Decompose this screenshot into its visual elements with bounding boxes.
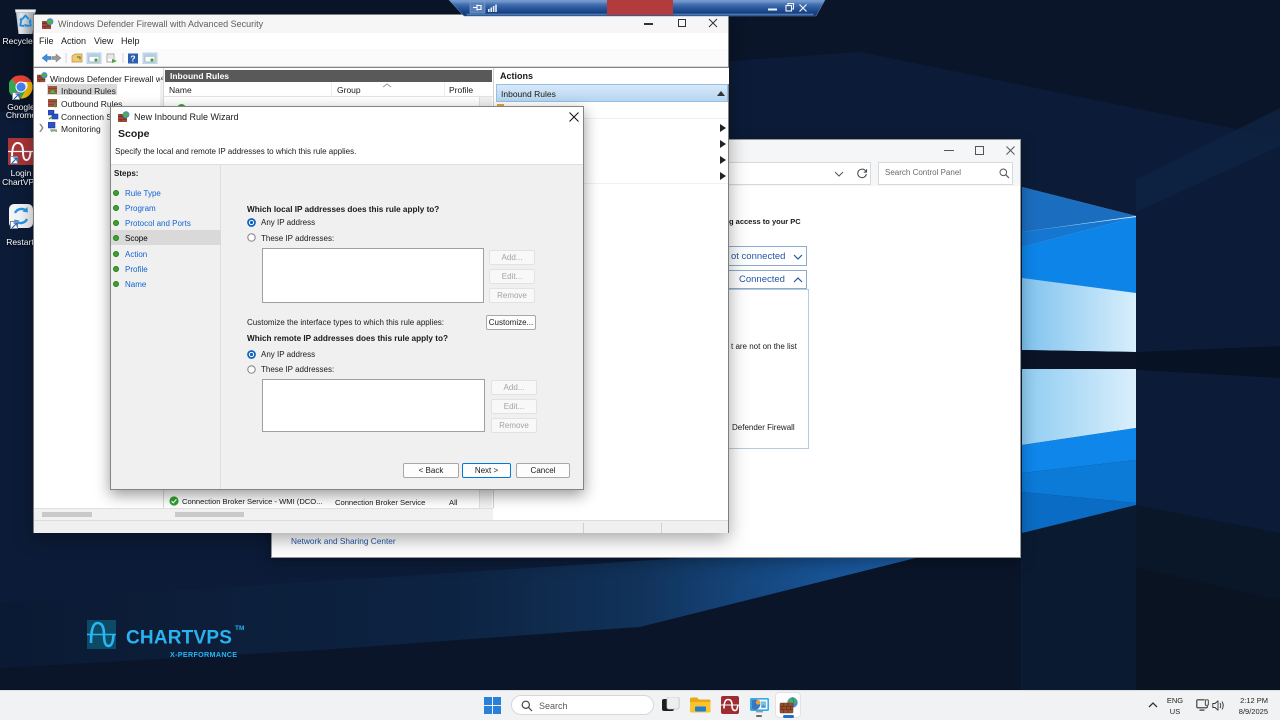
svg-text:CHARTVPS: CHARTVPS: [126, 628, 232, 649]
svg-text:X-PERFORMANCE: X-PERFORMANCE: [170, 650, 237, 659]
svg-text:TM: TM: [235, 625, 244, 632]
svg-text:?: ?: [130, 54, 135, 64]
